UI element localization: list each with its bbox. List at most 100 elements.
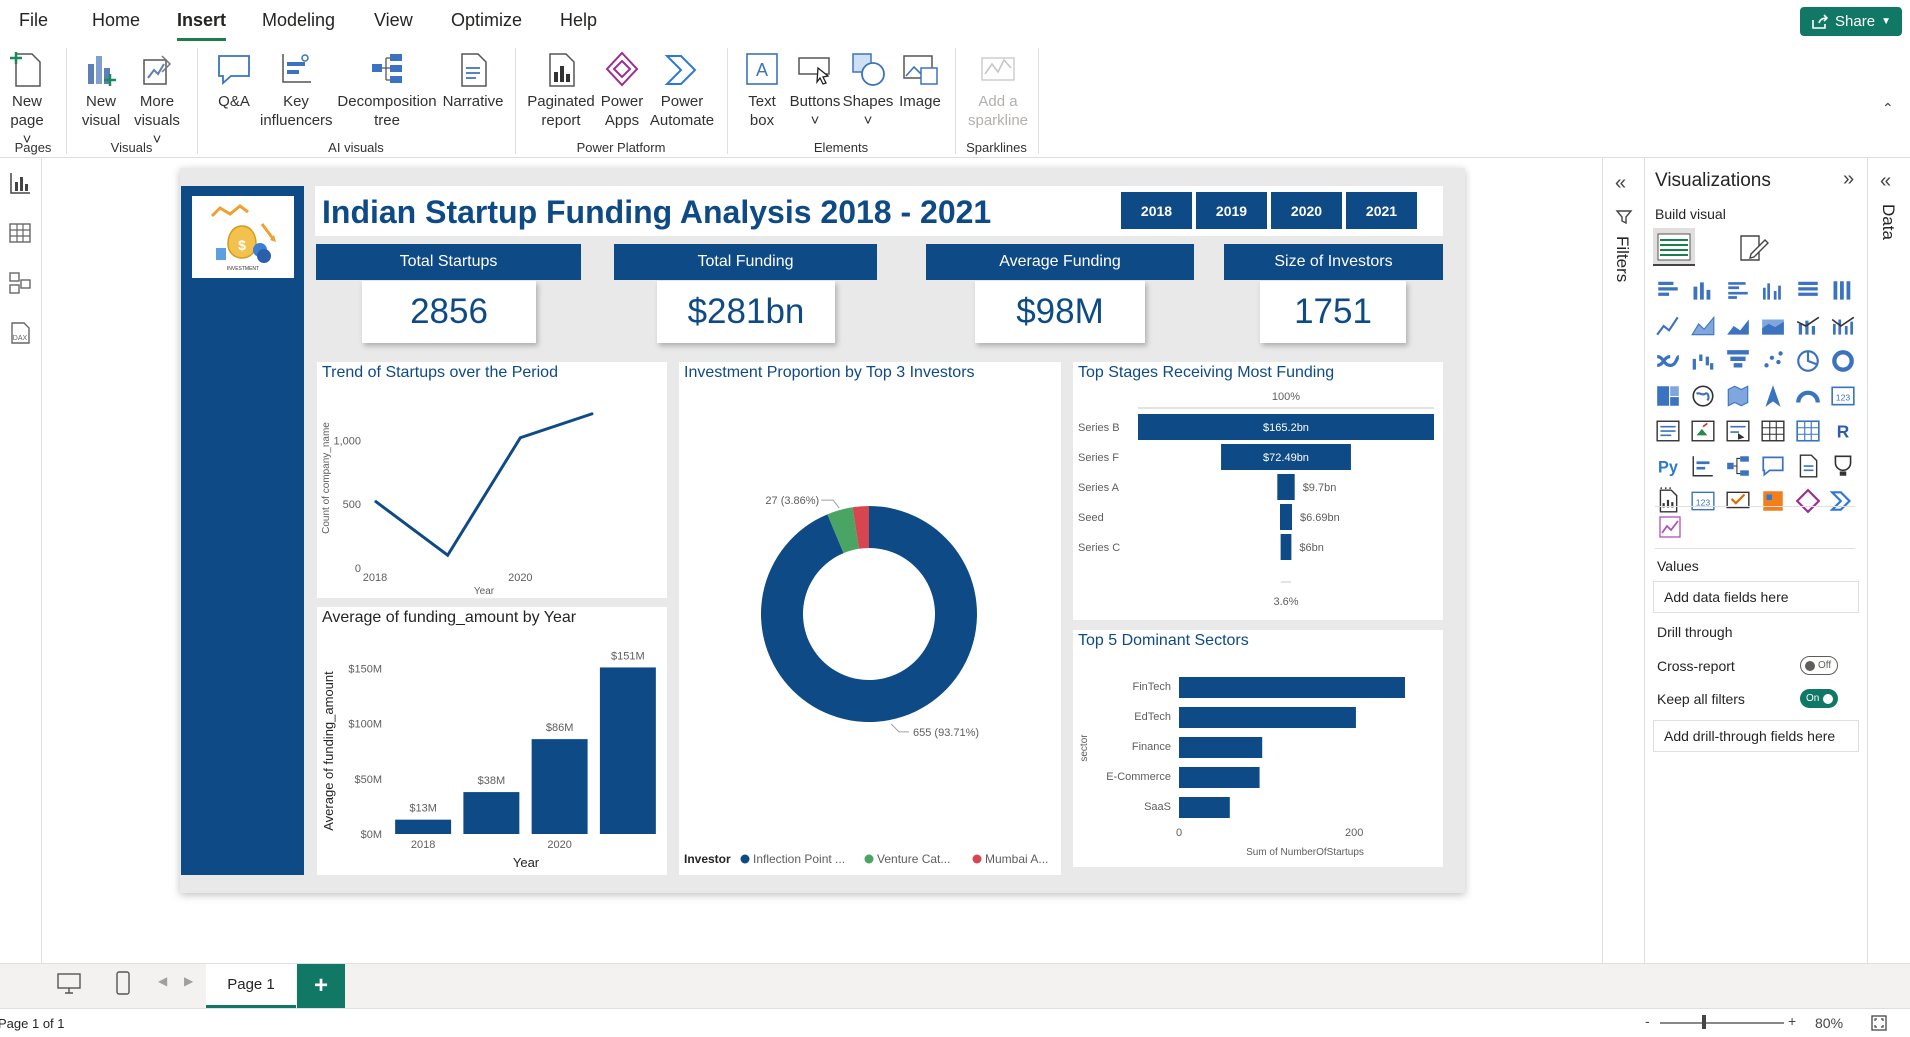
ribbon-collapse-icon[interactable]: ⌃: [1882, 100, 1894, 117]
new-page-button[interactable]: New page ˅: [6, 50, 48, 149]
scatter-icon[interactable]: [1760, 348, 1786, 374]
multi-row-card-icon[interactable]: [1655, 418, 1681, 444]
stage-funnel-panel[interactable]: Top Stages Receiving Most Funding 100% Se…: [1073, 362, 1443, 620]
previous-page-icon[interactable]: ◀: [158, 974, 167, 988]
analytics-icon[interactable]: [1659, 516, 1681, 538]
power-automate-visual-icon[interactable]: [1725, 488, 1751, 514]
shapes-button[interactable]: Shapes ˅: [842, 50, 894, 130]
clustered-bar-icon[interactable]: [1725, 278, 1751, 304]
menu-file[interactable]: File: [19, 10, 48, 31]
100-stacked-column-icon[interactable]: [1830, 278, 1856, 304]
ribbon-chart-icon[interactable]: [1655, 348, 1681, 374]
report-view-icon[interactable]: [7, 170, 33, 196]
year-slicer-2019[interactable]: 2019: [1196, 192, 1267, 229]
model-view-icon[interactable]: [7, 270, 33, 296]
paginated-report-button[interactable]: Paginated report: [526, 50, 596, 130]
clustered-column-icon[interactable]: [1760, 278, 1786, 304]
stacked-bar-icon[interactable]: [1655, 278, 1681, 304]
line-chart-icon[interactable]: [1655, 313, 1681, 339]
menu-modeling[interactable]: Modeling: [262, 10, 335, 31]
narrative-icon[interactable]: [1795, 453, 1821, 479]
text-box-button[interactable]: A Text box: [740, 50, 784, 130]
year-slicer-2020[interactable]: 2020: [1271, 192, 1342, 229]
share-button[interactable]: Share ▼: [1800, 7, 1902, 36]
donut-icon[interactable]: [1830, 348, 1856, 374]
narrative-button[interactable]: Narrative: [440, 50, 506, 111]
expand-data-icon[interactable]: «: [1880, 170, 1891, 193]
matrix-icon[interactable]: [1795, 418, 1821, 444]
card-new-icon[interactable]: [1795, 488, 1821, 514]
pie-icon[interactable]: [1795, 348, 1821, 374]
filters-pane-label[interactable]: Filters: [1612, 236, 1632, 282]
stacked-area-icon[interactable]: [1725, 313, 1751, 339]
avg-funding-chart-panel[interactable]: Average of funding_amount by Year $0M $50…: [317, 607, 667, 875]
menu-optimize[interactable]: Optimize: [451, 10, 522, 31]
r-visual-icon[interactable]: R: [1830, 418, 1856, 444]
gauge-icon[interactable]: [1795, 383, 1821, 409]
filled-map-icon[interactable]: [1725, 383, 1751, 409]
qna-button[interactable]: Q&A: [212, 50, 256, 111]
more-visuals-ellipsis[interactable]: ...: [1659, 476, 1672, 494]
year-slicer-2021[interactable]: 2021: [1346, 192, 1417, 229]
decomposition-tree-icon[interactable]: [1725, 453, 1751, 479]
menu-view[interactable]: View: [374, 10, 413, 31]
power-automate-button[interactable]: Power Automate: [648, 50, 716, 130]
format-visual-icon[interactable]: [1737, 232, 1771, 264]
menu-help[interactable]: Help: [560, 10, 597, 31]
investor-donut-panel[interactable]: Investment Proportion by Top 3 Investors…: [679, 362, 1061, 875]
zoom-slider[interactable]: [1660, 1022, 1784, 1024]
keep-all-filters-toggle[interactable]: On: [1800, 689, 1838, 708]
drill-through-drop-zone[interactable]: Add drill-through fields here: [1653, 720, 1859, 752]
sector-bar-panel[interactable]: Top 5 Dominant Sectors FinTech EdTech Fina…: [1073, 630, 1443, 867]
key-influencers-icon[interactable]: [1690, 453, 1716, 479]
image-button[interactable]: Image: [896, 50, 944, 111]
zoom-out-icon[interactable]: -: [1645, 1013, 1650, 1029]
year-slicer-2018[interactable]: 2018: [1121, 192, 1192, 229]
desktop-layout-icon[interactable]: [56, 972, 82, 996]
power-apps-visual-icon[interactable]: 123: [1690, 488, 1716, 514]
card-icon[interactable]: 123: [1830, 383, 1856, 409]
more-visuals-button[interactable]: More visuals ˅: [133, 50, 181, 149]
power-apps-button[interactable]: Power Apps: [598, 50, 646, 130]
menu-home[interactable]: Home: [92, 10, 140, 31]
trend-chart-panel[interactable]: Trend of Startups over the Period 0 500 1,…: [317, 362, 667, 598]
map-icon[interactable]: [1690, 383, 1716, 409]
build-visual-tab[interactable]: [1653, 228, 1695, 266]
add-page-button[interactable]: +: [297, 964, 345, 1008]
line-clustered-column-icon[interactable]: [1830, 313, 1856, 339]
azure-map-icon[interactable]: [1760, 383, 1786, 409]
arcgis-icon[interactable]: [1830, 488, 1856, 514]
next-page-icon[interactable]: ▶: [184, 974, 193, 988]
menu-insert[interactable]: Insert: [177, 10, 227, 41]
dax-query-view-icon[interactable]: DAX: [7, 320, 33, 346]
waterfall-icon[interactable]: [1690, 348, 1716, 374]
100-stacked-area-icon[interactable]: [1760, 313, 1786, 339]
collapse-visualizations-icon[interactable]: »: [1843, 168, 1854, 191]
cross-report-toggle[interactable]: Off: [1800, 656, 1838, 675]
more-icon[interactable]: [1760, 488, 1786, 514]
expand-filters-icon[interactable]: «: [1615, 172, 1626, 195]
page-tab-1[interactable]: Page 1: [206, 964, 296, 1008]
area-chart-icon[interactable]: [1690, 313, 1716, 339]
mobile-layout-icon[interactable]: [114, 970, 132, 996]
treemap-icon[interactable]: [1655, 383, 1681, 409]
values-drop-zone[interactable]: Add data fields here: [1653, 581, 1859, 613]
100-stacked-bar-icon[interactable]: [1795, 278, 1821, 304]
table-icon[interactable]: [1760, 418, 1786, 444]
decomposition-tree-button[interactable]: Decomposition tree: [336, 50, 438, 130]
stacked-column-icon[interactable]: [1690, 278, 1716, 304]
zoom-in-icon[interactable]: +: [1788, 1013, 1796, 1029]
metrics-icon[interactable]: [1830, 453, 1856, 479]
fit-to-page-icon[interactable]: [1870, 1014, 1888, 1032]
line-stacked-column-icon[interactable]: [1795, 313, 1821, 339]
funnel-icon[interactable]: [1725, 348, 1751, 374]
data-pane-label[interactable]: Data: [1878, 204, 1898, 240]
add-sparkline-button[interactable]: Add a sparkline: [960, 50, 1036, 130]
kpi-icon[interactable]: [1690, 418, 1716, 444]
table-view-icon[interactable]: [7, 220, 33, 246]
zoom-slider-thumb[interactable]: [1702, 1015, 1706, 1029]
new-visual-button[interactable]: New visual: [80, 50, 122, 130]
buttons-button[interactable]: Buttons ˅: [786, 50, 844, 130]
slicer-icon[interactable]: [1725, 418, 1751, 444]
qna-icon[interactable]: [1760, 453, 1786, 479]
